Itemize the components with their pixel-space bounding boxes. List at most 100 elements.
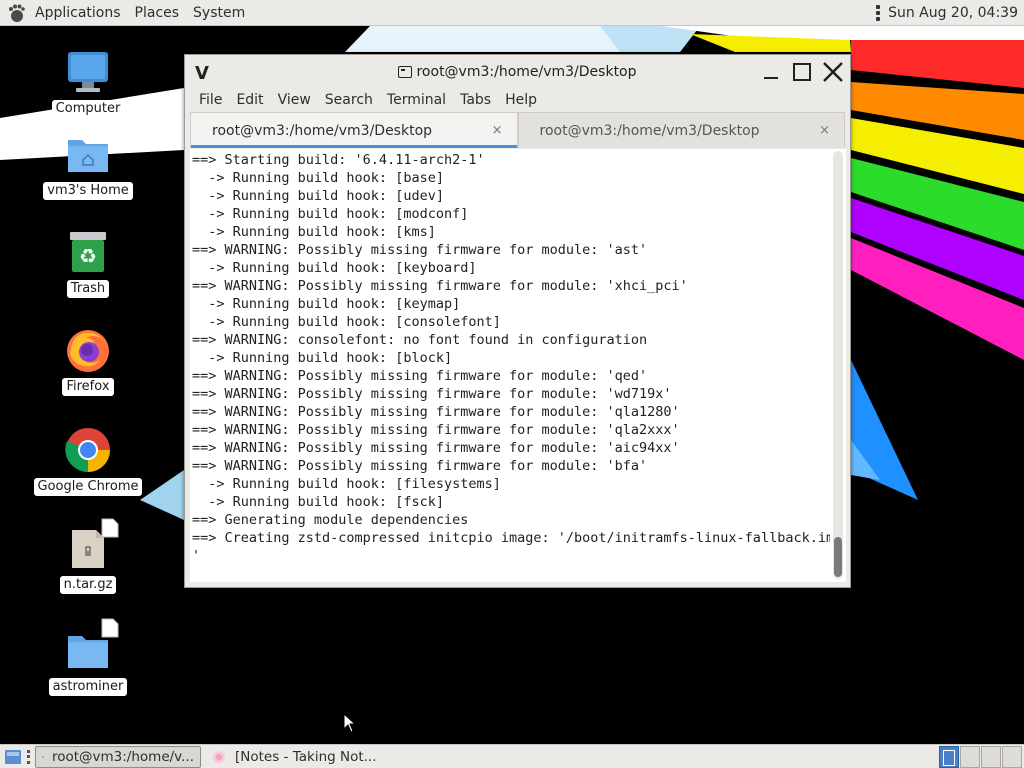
terminal-line: ==> Starting build: '6.4.11-arch2-1' — [192, 152, 485, 168]
emblem-document-icon — [101, 618, 119, 638]
terminal-line: ==> WARNING: Possibly missing firmware f… — [192, 278, 688, 294]
terminal-text: ==> Starting build: '6.4.11-arch2-1' -> … — [192, 151, 830, 565]
close-button[interactable] — [820, 60, 846, 84]
taskbar-item-terminal[interactable]: root@vm3:/home/v... — [35, 745, 201, 768]
svg-text:♻: ♻ — [79, 244, 97, 268]
menu-terminal[interactable]: Terminal — [380, 92, 453, 108]
terminal-line: -> Running build hook: [kms] — [192, 224, 436, 240]
close-icon — [823, 62, 843, 82]
mouse-cursor-icon — [343, 713, 357, 733]
menu-tabs[interactable]: Tabs — [453, 92, 498, 108]
terminal-line: ==> WARNING: Possibly missing firmware f… — [192, 368, 648, 384]
taskbar-item-notes[interactable]: [Notes - Taking Not... — [205, 746, 383, 768]
taskbar-item-label: [Notes - Taking Not... — [235, 748, 377, 765]
terminal-line: -> Running build hook: [keyboard] — [192, 260, 477, 276]
taskbar-item-label: root@vm3:/home/v... — [51, 748, 194, 765]
show-desktop-icon — [5, 749, 21, 764]
gnome-foot-icon[interactable] — [6, 3, 26, 23]
desktop-icon-label: astrominer — [48, 678, 128, 696]
window-title-text: root@vm3:/home/vm3/Desktop — [416, 64, 637, 80]
terminal-line: -> Running build hook: [keymap] — [192, 296, 461, 312]
window-titlebar[interactable]: V root@vm3:/home/vm3/Desktop — [185, 55, 850, 89]
tab-2[interactable]: root@vm3:/home/vm3/Desktop × — [517, 112, 845, 148]
window-menu-icon[interactable]: V — [195, 63, 209, 84]
menu-help[interactable]: Help — [498, 92, 544, 108]
desktop-icon-label: Trash — [66, 280, 110, 298]
desktop-icon-label: n.tar.gz — [59, 576, 117, 594]
maximize-button[interactable] — [789, 60, 815, 84]
terminal-scrollbar[interactable] — [833, 151, 843, 579]
terminal-line: ==> WARNING: Possibly missing firmware f… — [192, 404, 680, 420]
workspace-3[interactable] — [981, 745, 1001, 768]
desktop-icon-computer[interactable]: Computer — [33, 48, 143, 118]
top-panel-right: Sun Aug 20, 04:39 — [876, 4, 1024, 21]
terminal-line: ' — [192, 548, 201, 564]
bottom-panel: root@vm3:/home/v... [Notes - Taking Not.… — [0, 744, 1024, 768]
terminal-line: ==> Creating zstd-compressed initcpio im… — [192, 530, 830, 546]
terminal-window[interactable]: V root@vm3:/home/vm3/Desktop File Edit V… — [184, 54, 851, 588]
trash-icon: ♻ — [70, 232, 106, 272]
terminal-line: ==> WARNING: Possibly missing firmware f… — [192, 422, 680, 438]
top-menu: Applications Places System — [0, 0, 258, 26]
maximize-icon — [793, 63, 811, 81]
places-menu[interactable]: Places — [128, 0, 187, 26]
menu-search[interactable]: Search — [318, 92, 380, 108]
terminal-line: -> Running build hook: [block] — [192, 350, 453, 366]
desktop-icon-astrominer[interactable]: astrominer — [33, 618, 143, 696]
window-title: root@vm3:/home/vm3/Desktop — [185, 64, 850, 80]
scrollbar-thumb[interactable] — [834, 537, 842, 577]
panel-handle-icon[interactable] — [876, 4, 881, 21]
applications-menu[interactable]: Applications — [28, 0, 128, 26]
computer-icon — [68, 52, 108, 92]
terminal-tabs: root@vm3:/home/vm3/Desktop × root@vm3:/h… — [185, 112, 850, 148]
terminal-output[interactable]: ==> Starting build: '6.4.11-arch2-1' -> … — [190, 149, 846, 582]
workspace-switcher — [938, 745, 1022, 768]
terminal-line: ==> WARNING: Possibly missing firmware f… — [192, 386, 672, 402]
terminal-menubar: File Edit View Search Terminal Tabs Help — [185, 89, 850, 111]
tab-label: root@vm3:/home/vm3/Desktop — [539, 122, 760, 139]
top-panel: Applications Places System Sun Aug 20, 0… — [0, 0, 1024, 26]
terminal-line: ==> WARNING: Possibly missing firmware f… — [192, 458, 648, 474]
notes-app-icon — [213, 750, 225, 763]
terminal-line: ==> WARNING: Possibly missing firmware f… — [192, 242, 648, 258]
desktop-icon-label: Computer — [51, 100, 125, 118]
window-controls — [753, 60, 846, 84]
menu-edit[interactable]: Edit — [229, 92, 270, 108]
desktop-icon-label: Firefox — [62, 378, 114, 396]
show-desktop-button[interactable] — [2, 746, 24, 768]
terminal-icon — [42, 755, 44, 758]
desktop-icon-firefox[interactable]: Firefox — [33, 326, 143, 396]
desktop-icon-label: vm3's Home — [43, 182, 133, 200]
tab-close-button[interactable]: × — [492, 123, 503, 138]
minimize-button[interactable] — [758, 60, 784, 84]
minimize-icon — [764, 77, 778, 79]
desktop-icon-trash[interactable]: ♻ Trash — [33, 228, 143, 298]
tab-label: root@vm3:/home/vm3/Desktop — [212, 122, 433, 139]
tab-close-button[interactable]: × — [819, 123, 830, 138]
emblem-document-icon — [101, 518, 119, 538]
terminal-line: -> Running build hook: [base] — [192, 170, 444, 186]
terminal-line: ==> Generating module dependencies — [192, 512, 469, 528]
terminal-line: ==> WARNING: consolefont: no font found … — [192, 332, 648, 348]
terminal-line: -> Running build hook: [filesystems] — [192, 476, 501, 492]
workspace-1[interactable] — [939, 745, 959, 768]
workspace-4[interactable] — [1002, 745, 1022, 768]
workspace-2[interactable] — [960, 745, 980, 768]
terminal-line: ==> WARNING: Possibly missing firmware f… — [192, 440, 680, 456]
firefox-icon — [67, 330, 109, 372]
chrome-icon — [65, 428, 110, 472]
desktop-icon-archive[interactable]: n.tar.gz — [33, 518, 143, 594]
terminal-line: -> Running build hook: [consolefont] — [192, 314, 501, 330]
desktop-icon-home[interactable]: vm3's Home — [33, 130, 143, 200]
desktop-icon-label: Google Chrome — [33, 478, 143, 496]
terminal-line: -> Running build hook: [udev] — [192, 188, 444, 204]
tab-1[interactable]: root@vm3:/home/vm3/Desktop × — [190, 112, 518, 148]
desktop-icon-chrome[interactable]: Google Chrome — [33, 426, 143, 496]
menu-view[interactable]: View — [271, 92, 318, 108]
clock[interactable]: Sun Aug 20, 04:39 — [888, 5, 1018, 21]
menu-file[interactable]: File — [192, 92, 229, 108]
terminal-line: -> Running build hook: [fsck] — [192, 494, 444, 510]
system-menu[interactable]: System — [186, 0, 252, 26]
panel-handle-icon[interactable] — [27, 749, 32, 764]
terminal-icon — [398, 66, 413, 78]
